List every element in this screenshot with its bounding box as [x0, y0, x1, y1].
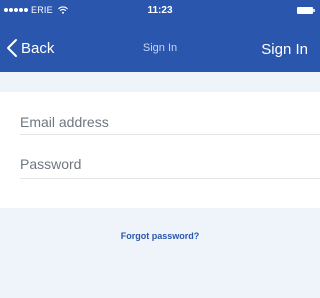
header: ERIE 11:23 Back Sign In Sign In [0, 0, 320, 72]
divider [20, 178, 320, 179]
sign-in-button[interactable]: Sign In [261, 41, 308, 58]
back-button[interactable]: Back [6, 34, 54, 62]
forgot-password-link[interactable]: Forgot password? [0, 231, 320, 241]
chevron-left-icon [7, 39, 17, 57]
email-field[interactable] [20, 107, 320, 137]
back-label: Back [21, 39, 55, 57]
status-bar: ERIE 11:23 [0, 0, 320, 22]
spacer-band [0, 72, 320, 92]
status-time: 11:23 [147, 5, 173, 16]
battery-icon [297, 7, 315, 14]
nav-bar: Back Sign In Sign In [0, 22, 320, 72]
password-field[interactable] [20, 149, 320, 179]
divider [20, 134, 320, 135]
